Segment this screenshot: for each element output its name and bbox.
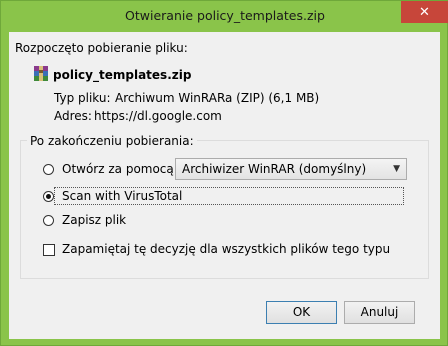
remember-decision-label[interactable]: Zapamiętaj tę decyzję dla wszystkich pli…	[62, 242, 390, 256]
remember-decision-checkbox[interactable]	[43, 244, 55, 256]
address-label: Adres:	[54, 109, 92, 123]
open-with-select[interactable]: Archiwizer WinRAR (domyślny) ▼	[175, 158, 407, 180]
download-started-label: Rozpoczęto pobieranie pliku:	[15, 41, 188, 55]
open-with-label[interactable]: Otwórz za pomocą	[62, 162, 174, 176]
window-title: Otwieranie policy_templates.zip	[125, 8, 325, 23]
dialog-window: Otwieranie policy_templates.zip ✕ Rozpoc…	[0, 0, 448, 346]
radio-selected-dot	[46, 194, 51, 199]
close-button[interactable]: ✕	[401, 1, 448, 23]
chevron-down-icon: ▼	[393, 164, 400, 174]
file-name: policy_templates.zip	[53, 68, 192, 82]
scan-virustotal-label[interactable]: Scan with VirusTotal	[62, 189, 182, 203]
dialog-body: Rozpoczęto pobieranie pliku: policy_temp…	[9, 32, 440, 339]
title-bar[interactable]: Otwieranie policy_templates.zip ✕	[1, 1, 448, 32]
file-type-label: Typ pliku:	[54, 91, 111, 105]
after-download-label: Po zakończeniu pobierania:	[27, 134, 197, 148]
open-with-radio[interactable]	[43, 164, 54, 175]
open-with-text: Otwórz za pomocą	[62, 162, 174, 176]
close-icon: ✕	[419, 4, 430, 20]
open-with-value: Archiwizer WinRAR (domyślny)	[182, 162, 367, 176]
save-file-label[interactable]: Zapisz plik	[62, 213, 126, 227]
scan-virustotal-radio[interactable]	[43, 191, 54, 202]
file-type-value: Archiwum WinRARa (ZIP) (6,1 MB)	[115, 91, 320, 105]
address-value: https://dl.google.com	[94, 109, 222, 123]
winrar-archive-icon	[34, 66, 48, 81]
cancel-button[interactable]: Anuluj	[344, 301, 415, 324]
ok-button[interactable]: OK	[266, 301, 337, 324]
save-file-radio[interactable]	[43, 215, 54, 226]
